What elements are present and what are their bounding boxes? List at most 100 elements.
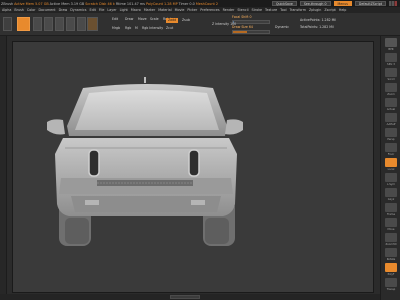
menu-item-draw[interactable]: Draw	[59, 8, 68, 12]
zcut-button[interactable]: Zcut	[166, 26, 173, 30]
car-model-render[interactable]	[13, 42, 374, 293]
quick-controls: QuickSave See-through 0 Menus DefaultZSc…	[271, 1, 400, 6]
menu-item-material[interactable]: Material	[158, 8, 171, 12]
right-tail-light	[188, 149, 200, 177]
mrgb-button[interactable]: Mrgb	[112, 26, 120, 30]
menu-item-color[interactable]: Color	[27, 8, 36, 12]
local-button[interactable]	[385, 158, 397, 167]
menu-item-light[interactable]: Light	[120, 8, 128, 12]
move-button[interactable]: Move	[138, 17, 147, 21]
menu-item-document[interactable]: Document	[39, 8, 56, 12]
gxyz-label: Gxyz	[387, 198, 395, 201]
rgb-button[interactable]: Rgb	[125, 26, 131, 30]
title-tab-7: MeshCount 2	[195, 1, 219, 6]
frame-button[interactable]	[385, 203, 397, 212]
focal-shift-slider[interactable]	[232, 20, 270, 24]
title-tab-0: ZBrush	[1, 1, 14, 6]
zoom3d-button[interactable]	[385, 233, 397, 242]
edit-button[interactable]: Edit	[112, 17, 118, 21]
zadd-button[interactable]: Zadd	[166, 18, 179, 23]
menu-item-brush[interactable]: Brush	[14, 8, 24, 12]
menu-item-stroke[interactable]: Stroke	[252, 8, 263, 12]
gxyz-button[interactable]	[385, 188, 397, 197]
bottom-tray	[0, 294, 380, 300]
rotate-view-button[interactable]	[385, 248, 397, 257]
quicksave-button[interactable]: QuickSave	[271, 1, 297, 6]
title-tab-1: Active Mem 5.07 GB	[14, 1, 49, 6]
actual-button[interactable]	[385, 98, 397, 107]
transp-button[interactable]	[385, 278, 397, 287]
move-view-label: Move	[387, 228, 395, 231]
floor-label: Floor	[387, 153, 395, 156]
rear-window	[75, 90, 219, 130]
menu-item-layer[interactable]: Layer	[107, 8, 116, 12]
menus-button[interactable]: Menus	[333, 1, 352, 6]
aahalf-label: AAHalf	[386, 123, 396, 126]
persp-button[interactable]	[385, 128, 397, 137]
spix-label: SPix 3	[387, 63, 395, 66]
menu-item-transform[interactable]: Transform	[290, 8, 306, 12]
menu-item-movie[interactable]: Movie	[175, 8, 185, 12]
zoom-label: Zoom	[387, 93, 395, 96]
document-canvas[interactable]	[12, 41, 374, 293]
menu-item-dynamics[interactable]: Dynamics	[70, 8, 86, 12]
zsub-button[interactable]: Zsub	[182, 18, 190, 22]
zoom-button[interactable]	[385, 83, 397, 92]
scroll-label: Scroll	[387, 78, 395, 81]
menu-item-tool[interactable]: Tool	[280, 8, 286, 12]
left-tail-light	[88, 149, 100, 177]
title-tab-4: Rtime 101.47 ms	[115, 1, 145, 6]
menu-item-stencil[interactable]: Stencil	[237, 8, 248, 12]
menu-item-preferences[interactable]: Preferences	[200, 8, 219, 12]
spix-button[interactable]	[385, 53, 397, 62]
lsym-button[interactable]	[385, 173, 397, 182]
window-controls-icon[interactable]	[389, 1, 397, 6]
title-tab-6: Timer 0.0	[178, 1, 195, 6]
scale-button[interactable]: Scale	[150, 17, 159, 21]
draw-size-slider[interactable]	[232, 30, 270, 34]
frame-label: Frame	[386, 213, 396, 216]
menu-item-file[interactable]: File	[99, 8, 105, 12]
menu-item-zplugin[interactable]: Zplugin	[309, 8, 321, 12]
tool-shelf: Edit Draw Move Scale Rotate Mrgb Rgb M R…	[0, 13, 400, 36]
brush-thumbnail-button[interactable]	[33, 17, 42, 31]
menu-item-texture[interactable]: Texture	[265, 8, 277, 12]
alpha-thumbnail-button[interactable]	[55, 17, 64, 31]
menu-item-picker[interactable]: Picker	[187, 8, 197, 12]
menu-item-marker[interactable]: Marker	[144, 8, 155, 12]
aahalf-button[interactable]	[385, 113, 397, 122]
tool-thumbnail-button[interactable]	[17, 17, 30, 31]
actual-label: Actual	[386, 108, 396, 111]
polyf-label: PolyF	[387, 273, 395, 276]
bpr-button[interactable]	[385, 38, 397, 47]
antenna	[144, 77, 146, 83]
see-through-slider[interactable]: See-through 0	[299, 1, 331, 6]
menu-item-zscript[interactable]: Zscript	[324, 8, 335, 12]
menu-item-macro[interactable]: Macro	[131, 8, 141, 12]
m-button[interactable]: M	[135, 26, 138, 30]
menu-item-help[interactable]: Help	[339, 8, 347, 12]
left-tray[interactable]	[0, 36, 7, 300]
zoom3d-label: Zoom3D	[385, 243, 397, 246]
stroke-thumbnail-button[interactable]	[44, 17, 53, 31]
dynamic-button[interactable]: Dynamic	[275, 25, 289, 29]
texture-thumbnail-button[interactable]	[66, 17, 75, 31]
scroll-button[interactable]	[385, 68, 397, 77]
menu-item-render[interactable]: Render	[223, 8, 235, 12]
light-box-button[interactable]	[3, 17, 12, 31]
floor-button[interactable]	[385, 143, 397, 152]
menu-item-alpha[interactable]: Alpha	[2, 8, 11, 12]
polyf-button[interactable]	[385, 263, 397, 272]
draw-button[interactable]: Draw	[125, 17, 133, 21]
lsym-label: L.Sym	[387, 183, 395, 186]
color-swatch-button[interactable]	[87, 17, 98, 31]
left-mirror	[47, 119, 65, 135]
material-thumbnail-button[interactable]	[77, 17, 86, 31]
menu-item-edit[interactable]: Edit	[89, 8, 95, 12]
focal-shift-label: Focal Shift 0	[232, 15, 252, 19]
local-label: Local	[387, 168, 395, 171]
move-view-button[interactable]	[385, 218, 397, 227]
default-script-button[interactable]: DefaultZScript	[354, 1, 386, 6]
z-intensity-label: Z Intensity 100	[212, 22, 237, 26]
bottom-tray-handle[interactable]	[170, 295, 200, 299]
